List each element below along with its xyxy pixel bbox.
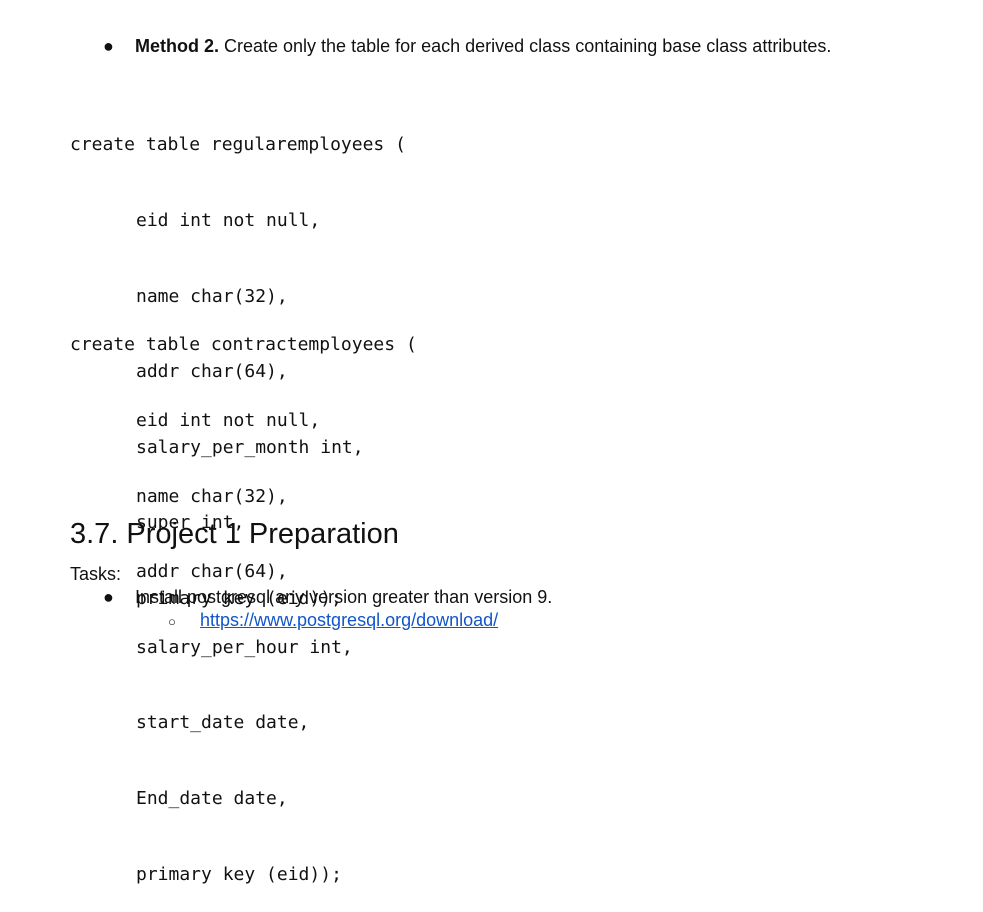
code-line: name char(32), xyxy=(136,485,288,507)
code-line: salary_per_hour int, xyxy=(136,636,353,658)
bullet-icon: ● xyxy=(103,36,114,56)
code-line: eid int not null, xyxy=(136,210,321,232)
code-line: create table contractemployees ( xyxy=(70,334,417,356)
bullet-icon: ● xyxy=(103,587,114,607)
code-line: start_date date, xyxy=(136,712,310,734)
code-line: eid int not null, xyxy=(136,410,321,432)
tasks-label: Tasks: xyxy=(70,564,122,584)
postgresql-download-link[interactable]: https://www.postgresql.org/download/ xyxy=(200,610,498,630)
code-line: create table regularemployees ( xyxy=(70,134,406,156)
code-line: primary key (eid)); xyxy=(136,863,342,885)
method-2-bullet: ● Method 2. Create only the table for eac… xyxy=(103,35,831,57)
task-text: Install postgresql any version greater t… xyxy=(135,587,553,607)
method-2-text: Create only the table for each derived c… xyxy=(219,36,832,56)
task-list-item: ● Install postgresql any version greater … xyxy=(103,586,552,608)
section-heading: 3.7. Project 1 Preparation xyxy=(70,518,399,550)
code-line: addr char(64), xyxy=(136,561,288,583)
code-line: End_date date, xyxy=(136,788,288,810)
method-2-label: Method 2. xyxy=(135,36,219,56)
task-sub-item: ○ https://www.postgresql.org/download/ xyxy=(168,609,498,633)
sub-bullet-icon: ○ xyxy=(168,614,176,629)
